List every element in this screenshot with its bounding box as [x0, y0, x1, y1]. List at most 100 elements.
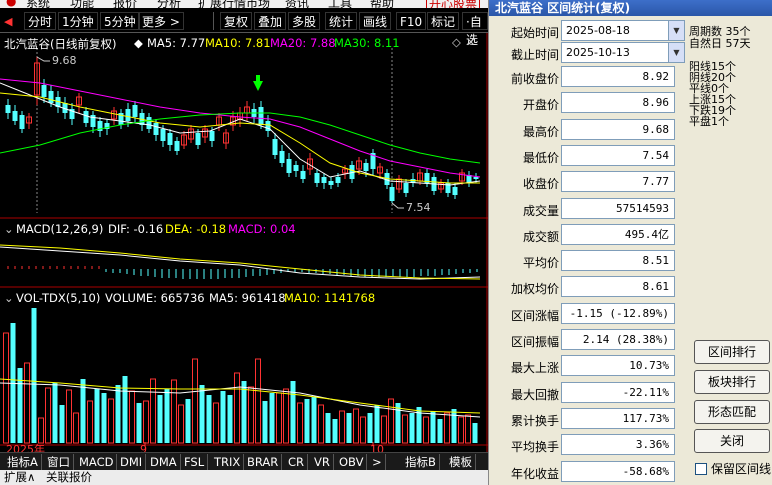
kline-chart-area[interactable]: 9.68 7.54 2025年 9 10 北汽蓝谷(日线前复权) ◆ MA5: …	[0, 33, 488, 456]
tab-brar[interactable]: BRAR	[244, 454, 283, 470]
volume-bar	[157, 395, 163, 443]
candle-body	[363, 163, 369, 171]
menu-ext-market[interactable]: 扩展行情市场	[198, 0, 270, 8]
sector-rank-button[interactable]: 板块排行	[694, 370, 770, 394]
candle-stat-label: 平盘	[689, 115, 711, 128]
volume-bar	[374, 405, 380, 443]
btn-watchlist[interactable]: ·自选	[462, 12, 488, 47]
btn-overlay[interactable]: 叠加	[254, 12, 287, 30]
pane-expand-icon[interactable]: ◇	[452, 35, 461, 49]
chevron-down-icon[interactable]: ▼	[668, 21, 684, 40]
btn-statistics[interactable]: 统计	[325, 12, 358, 30]
volume-bar	[87, 400, 93, 444]
menu-news[interactable]: 资讯	[285, 0, 309, 8]
related-quote-button[interactable]: 关联报价	[46, 470, 92, 485]
menu-quote[interactable]: 报价	[113, 0, 137, 8]
legend-ma5: MA5: 7.77	[147, 36, 206, 50]
tab-trix[interactable]: TRIX	[211, 454, 245, 470]
tab-1min[interactable]: 1分钟	[58, 12, 98, 30]
tab-more-arrow[interactable]: >	[369, 454, 386, 470]
stat-label: 最大回撤	[510, 388, 559, 402]
tab-window[interactable]: 窗口	[44, 454, 74, 470]
menu-function[interactable]: 功能	[70, 0, 94, 8]
volume-bar	[262, 401, 268, 443]
candle-body	[19, 115, 25, 129]
signal-arrow-stem	[256, 75, 260, 82]
volume-bar	[227, 395, 233, 443]
candle-body	[258, 107, 264, 125]
volume-bar	[423, 416, 429, 444]
keep-interval-line-checkbox[interactable]: 保留区间线	[695, 460, 771, 477]
tab-template[interactable]: 模板	[446, 454, 476, 470]
kline-svg[interactable]: 9.68 7.54 2025年 9 10	[0, 33, 488, 456]
volume-bar	[136, 403, 142, 443]
interval-stats-dialog: 北汽蓝谷 区间统计(复权) 起始时间 2025-08-18 ▼ 截止时间 202…	[488, 0, 772, 485]
volume-bar	[339, 410, 345, 444]
vol-menu-icon[interactable]: ⌄	[4, 291, 14, 305]
menu-tools[interactable]: 工具	[328, 0, 352, 8]
candle-body	[132, 105, 138, 117]
end-time-label: 截止时间	[510, 48, 559, 62]
tab-indicator-b[interactable]: 指标B	[402, 454, 440, 470]
chevron-down-icon[interactable]: ▼	[668, 43, 684, 62]
tab-dma[interactable]: DMA	[147, 454, 181, 470]
volume-bar	[164, 389, 170, 443]
low-marker-line	[391, 202, 404, 209]
interval-rank-button[interactable]: 区间排行	[694, 340, 770, 364]
tab-fsl[interactable]: FSL	[181, 454, 209, 470]
macd-macd: MACD: 0.04	[228, 222, 296, 236]
back-arrow-icon[interactable]: ◀	[4, 15, 12, 28]
candle-body	[452, 187, 458, 195]
stat-label: 最高价	[522, 125, 559, 139]
tab-macd[interactable]: MACD	[76, 454, 118, 470]
menu-analysis[interactable]: 分析	[157, 0, 181, 8]
macd-dea-line	[0, 244, 481, 280]
stat-label: 最大上涨	[510, 361, 559, 375]
menu-system[interactable]: 系统	[26, 0, 50, 8]
tab-obv[interactable]: OBV	[336, 454, 368, 470]
stat-value-field: 8.61	[561, 276, 675, 297]
stat-label: 累计换手	[510, 414, 559, 428]
volume-bar	[185, 399, 191, 443]
volume-bar	[283, 388, 289, 444]
menu-badge[interactable]: 开心股票	[426, 0, 481, 8]
volume-bar	[192, 358, 198, 444]
stat-value-field: 495.4亿	[561, 224, 675, 245]
start-date-picker[interactable]: 2025-08-18 ▼	[561, 20, 685, 41]
natural-days-label: 自然日	[689, 37, 722, 50]
close-button[interactable]: 关闭	[694, 429, 770, 453]
btn-mark[interactable]: 标记	[427, 12, 460, 30]
volume-group	[0, 308, 481, 444]
candle-body	[265, 121, 271, 131]
end-date-value: 2025-10-13	[566, 46, 630, 59]
pane-close-icon[interactable]: ✕	[466, 35, 476, 49]
volume-bar	[101, 393, 107, 443]
tab-5min[interactable]: 5分钟	[100, 12, 140, 30]
stat-label: 最低价	[522, 151, 559, 165]
tab-indicator-a[interactable]: 指标A	[4, 454, 42, 470]
tab-intraday[interactable]: 分时	[24, 12, 57, 30]
pattern-match-button[interactable]: 形态匹配	[694, 400, 770, 424]
tab-dmi[interactable]: DMI	[117, 454, 147, 470]
tab-vr[interactable]: VR	[311, 454, 334, 470]
candle-body	[300, 171, 306, 179]
btn-multi-stock[interactable]: 多股	[288, 12, 321, 30]
chart-toolbar: ◀ 分时 1分钟 5分钟 更多 > 复权 叠加 多股 统计 画线 F10 标记 …	[0, 9, 488, 47]
tab-cr[interactable]: CR	[285, 454, 309, 470]
menu-help[interactable]: 帮助	[370, 0, 394, 8]
btn-draw-line[interactable]: 画线	[359, 12, 392, 30]
btn-f10[interactable]: F10	[396, 12, 427, 30]
stat-value-field: 8.51	[561, 250, 675, 271]
stat-label: 加权均价	[510, 282, 559, 296]
volume-bar	[437, 419, 443, 443]
tab-more[interactable]: 更多 >	[138, 12, 184, 30]
btn-restore-right[interactable]: 复权	[220, 12, 253, 30]
macd-menu-icon[interactable]: ⌄	[4, 222, 14, 236]
volume-bar	[52, 383, 58, 443]
candle-body	[286, 159, 292, 173]
expand-button[interactable]: 扩展∧	[4, 470, 35, 485]
menu-bar: ● 系统 功能 报价 分析 扩展行情市场 资讯 工具 帮助 开心股票	[0, 0, 488, 8]
checkbox-box[interactable]	[695, 463, 707, 475]
stat-value-field: 7.54	[561, 145, 675, 166]
end-date-picker[interactable]: 2025-10-13 ▼	[561, 42, 685, 63]
